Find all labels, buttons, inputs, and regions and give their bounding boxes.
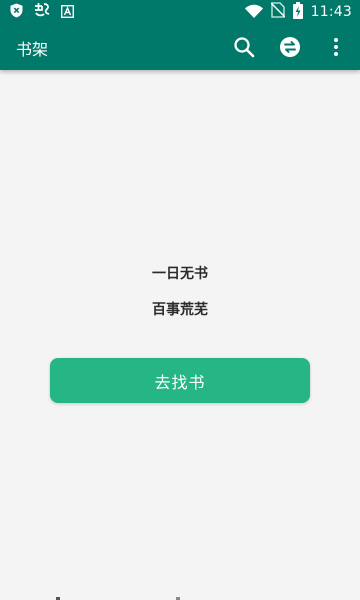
status-bar: 11:43 — [0, 0, 360, 24]
wifi-icon — [244, 3, 263, 22]
app-bar-actions — [230, 33, 350, 61]
swap-icon[interactable] — [276, 33, 304, 61]
empty-state-line-1: 一日无书 — [152, 266, 208, 282]
search-icon[interactable] — [230, 33, 258, 61]
clock: 11:43 — [310, 4, 352, 20]
app-bar: 书架 — [0, 24, 360, 70]
status-right-icons: 11:43 — [244, 1, 352, 23]
signal-app-icon — [33, 2, 51, 22]
find-books-button[interactable]: 去找书 — [50, 358, 310, 403]
page-title: 书架 — [16, 40, 49, 59]
battery-charging-icon — [292, 1, 303, 23]
font-app-icon — [60, 3, 75, 22]
empty-state-line-2: 百事荒芜 — [152, 302, 208, 318]
status-left-icons — [10, 2, 75, 22]
more-vert-icon[interactable] — [322, 33, 350, 61]
shield-x-icon — [10, 3, 23, 22]
no-sim-icon — [270, 2, 286, 22]
